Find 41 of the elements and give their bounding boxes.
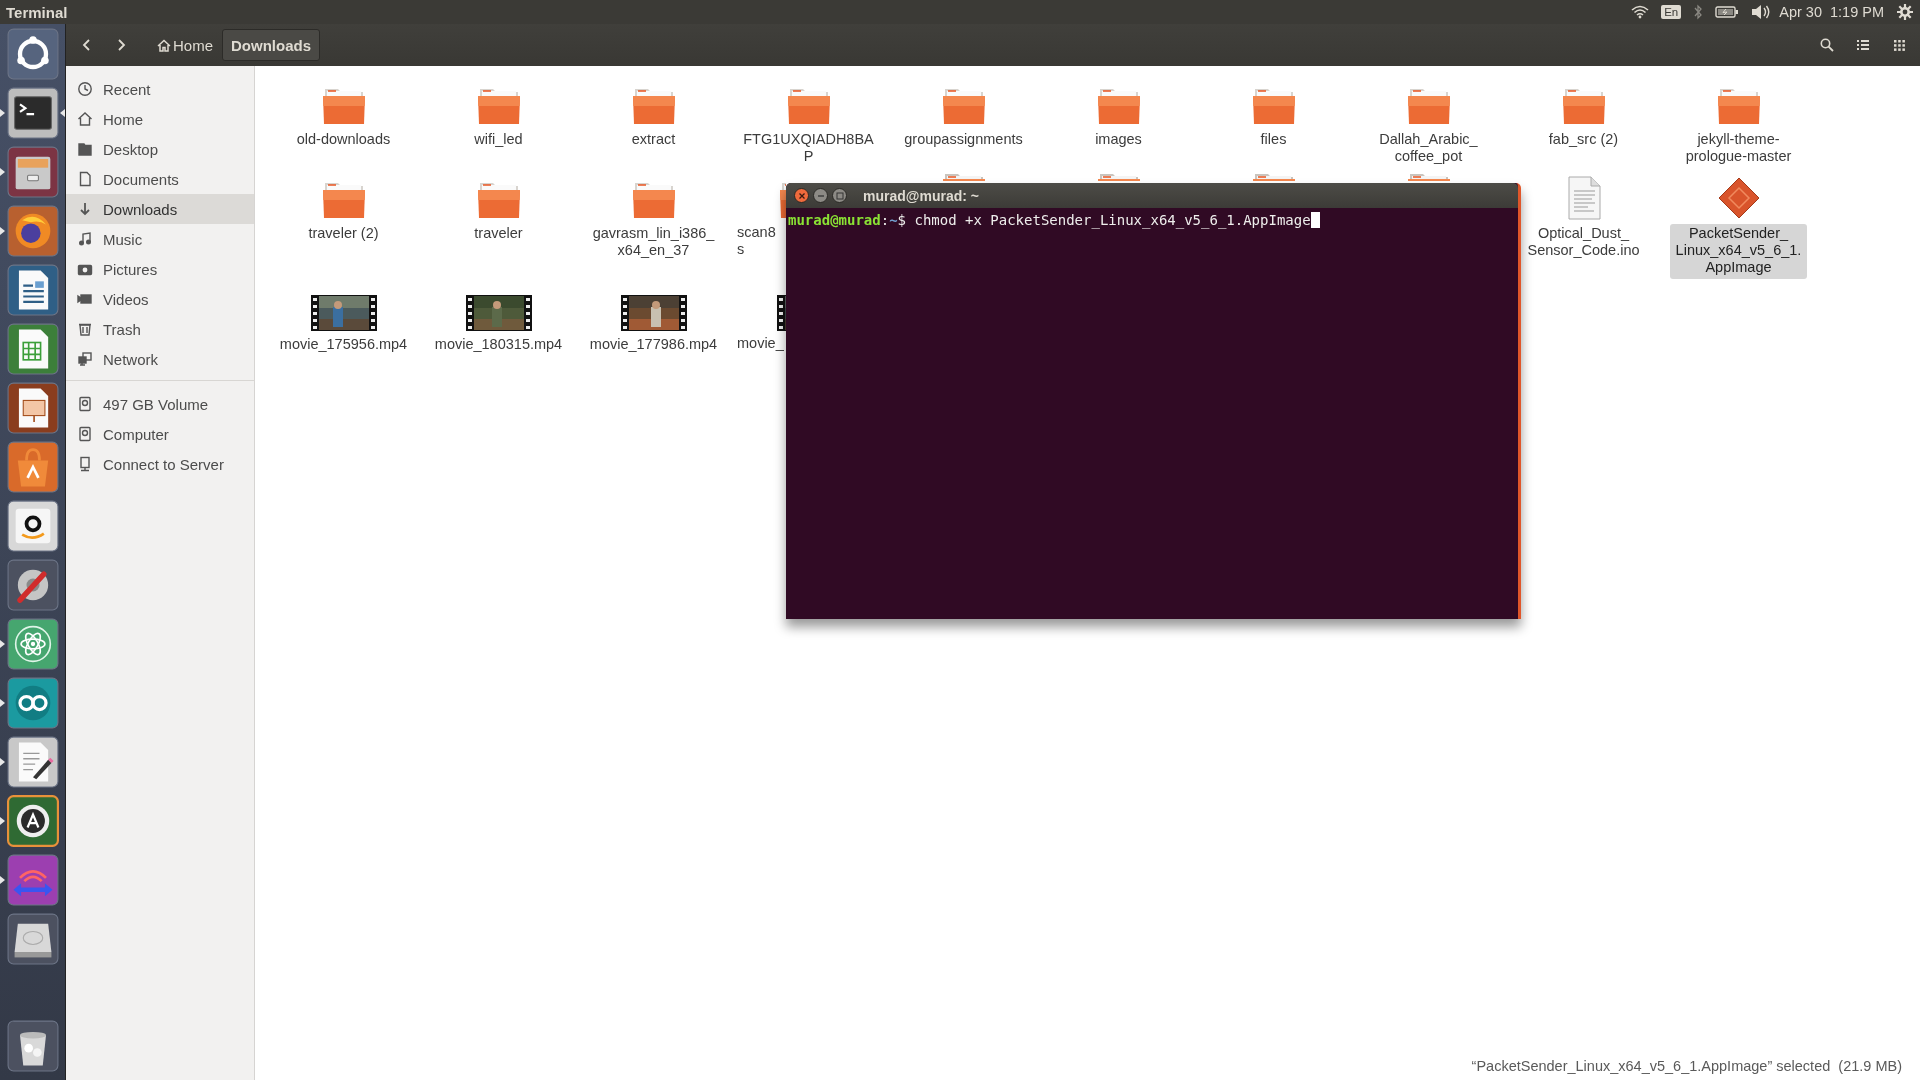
file-name[interactable]: Dallah_Arabic_ coffee_pot bbox=[1373, 130, 1484, 168]
file-name[interactable]: traveler bbox=[468, 224, 529, 245]
file-name[interactable]: movie_180315.mp4 bbox=[428, 335, 569, 356]
path-button[interactable]: Downloads bbox=[222, 29, 321, 61]
sidebar-item[interactable]: Home bbox=[66, 104, 254, 134]
file-name[interactable]: extract bbox=[625, 130, 682, 151]
path-button[interactable]: Home bbox=[148, 29, 222, 61]
file-name[interactable]: files bbox=[1254, 130, 1293, 151]
file-name[interactable]: fab_src (2) bbox=[1542, 130, 1625, 151]
file-name[interactable]: scan8 s bbox=[737, 224, 776, 258]
file-name[interactable]: wifi_led bbox=[468, 130, 529, 151]
window-title: murad@murad: ~ bbox=[863, 187, 979, 204]
sidebar-item[interactable]: Connect to Server bbox=[66, 449, 254, 479]
file-name[interactable]: Optical_Dust_ Sensor_Code.ino bbox=[1521, 224, 1646, 262]
sidebar-item[interactable]: Computer bbox=[66, 419, 254, 449]
sidebar-item[interactable]: Music bbox=[66, 224, 254, 254]
terminal-command-line: murad@murad:~$ chmod +x PacketSender_Linux_x64_v5_6_1.AppImage bbox=[788, 212, 1311, 228]
file-name[interactable]: traveler (2) bbox=[302, 224, 385, 245]
file-name[interactable]: movie_ bbox=[737, 335, 784, 352]
app-title: Terminal bbox=[6, 3, 68, 21]
file-name[interactable]: images bbox=[1089, 130, 1148, 151]
sidebar-item[interactable]: Trash bbox=[66, 314, 254, 344]
sidebar-item[interactable]: Recent bbox=[66, 74, 254, 104]
date-text[interactable]: Apr 30 bbox=[1779, 4, 1822, 20]
file-name[interactable]: old-downloads bbox=[290, 130, 397, 151]
sidebar-item[interactable]: Desktop bbox=[66, 134, 254, 164]
file-name[interactable]: PacketSender_ Linux_x64_v5_6_1. AppImage bbox=[1669, 224, 1808, 279]
sidebar-item[interactable]: Pictures bbox=[66, 254, 254, 284]
file-name[interactable]: movie_175956.mp4 bbox=[273, 335, 414, 356]
keyboard-layout-indicator[interactable]: En bbox=[1661, 5, 1682, 19]
sidebar-item[interactable]: Downloads bbox=[66, 194, 254, 224]
sidebar-item[interactable]: Network bbox=[66, 344, 254, 374]
file-name[interactable]: movie_177986.mp4 bbox=[583, 335, 724, 356]
file-name[interactable]: gavrasm_lin_i386_ x64_en_37 bbox=[586, 224, 721, 262]
sidebar-item[interactable]: Documents bbox=[66, 164, 254, 194]
file-name[interactable]: jekyll-theme- prologue-master bbox=[1679, 130, 1798, 168]
file-name[interactable]: groupassignments bbox=[898, 130, 1029, 151]
sidebar-item[interactable]: 497 GB Volume bbox=[66, 389, 254, 419]
sidebar-item[interactable]: Videos bbox=[66, 284, 254, 314]
file-name[interactable]: FTG1UXQIADH8BA P bbox=[737, 130, 880, 168]
time-text[interactable]: 1:19 PM bbox=[1830, 4, 1884, 20]
